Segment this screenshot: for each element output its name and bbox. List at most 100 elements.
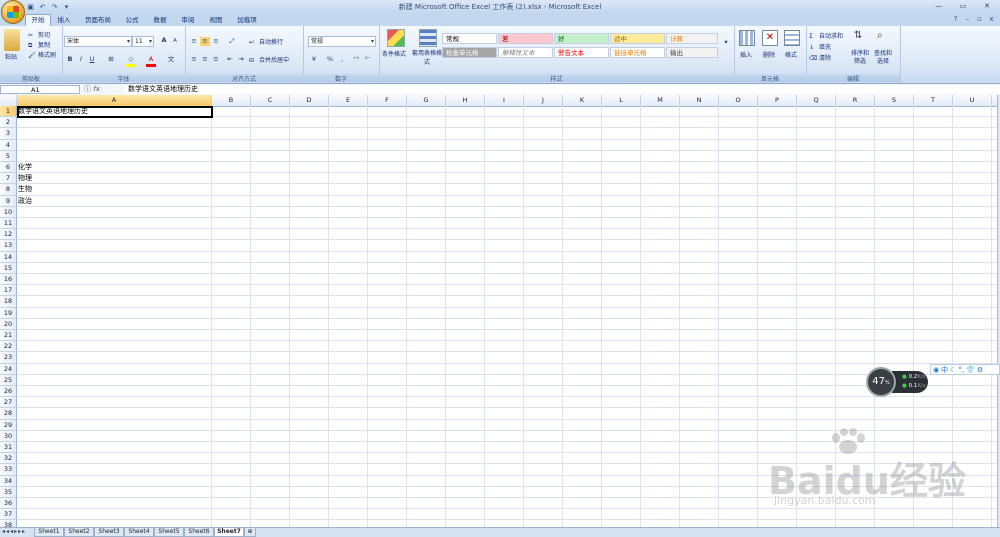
fill-color-icon[interactable]: ◇ — [126, 55, 136, 67]
column-header-s[interactable]: S — [875, 95, 914, 106]
row-header-17[interactable]: 17 — [0, 285, 17, 297]
style-output[interactable]: 输出 — [666, 47, 718, 58]
row-header-1[interactable]: 1 — [0, 106, 17, 118]
row-header-21[interactable]: 21 — [0, 330, 17, 342]
decrease-indent-icon[interactable]: ⇤ — [225, 55, 235, 64]
copy-button[interactable]: ⧉ 复制 — [28, 40, 50, 50]
find-select-button[interactable]: 查找和选择 — [873, 50, 893, 66]
bold-button[interactable]: B — [65, 55, 75, 64]
cell-a7[interactable]: 物理 — [18, 173, 32, 184]
tab-page-layout[interactable]: 页面布局 — [81, 15, 115, 26]
align-center-icon[interactable]: ≡ — [200, 55, 210, 64]
row-header-5[interactable]: 5 — [0, 150, 17, 162]
tab-home[interactable]: 开始 — [25, 14, 51, 26]
ime-settings-icon[interactable]: ⚙ — [977, 366, 983, 374]
shrink-font-button[interactable]: A — [170, 37, 180, 46]
paste-button[interactable]: 粘贴 — [5, 52, 17, 61]
row-header-18[interactable]: 18 — [0, 296, 17, 308]
align-top-icon[interactable]: ≡ — [189, 37, 199, 46]
selected-cell-a1[interactable] — [17, 106, 213, 119]
row-header-16[interactable]: 16 — [0, 274, 17, 286]
font-size-select[interactable]: 11 — [132, 36, 154, 47]
cell-a9[interactable]: 政治 — [18, 196, 32, 207]
column-header-m[interactable]: M — [641, 95, 680, 106]
row-header-14[interactable]: 14 — [0, 251, 17, 263]
tab-insert[interactable]: 插入 — [53, 15, 75, 26]
wrap-text-button[interactable]: ↩ 自动换行 — [249, 37, 283, 47]
wb-close-icon[interactable]: x — [987, 15, 996, 23]
paste-icon[interactable] — [4, 29, 20, 51]
tab-data[interactable]: 数据 — [149, 15, 171, 26]
column-header-f[interactable]: F — [368, 95, 407, 106]
select-all-corner[interactable] — [0, 95, 17, 106]
row-header-38[interactable]: 38 — [0, 520, 17, 527]
style-bad[interactable]: 差 — [498, 33, 553, 44]
row-header-3[interactable]: 3 — [0, 128, 17, 140]
comma-button[interactable]: , — [337, 55, 347, 64]
row-header-8[interactable]: 8 — [0, 184, 17, 196]
column-header-d[interactable]: D — [290, 95, 329, 106]
column-header-n[interactable]: N — [680, 95, 719, 106]
align-right-icon[interactable]: ≡ — [211, 55, 221, 64]
style-good[interactable]: 好 — [554, 33, 609, 44]
row-header-7[interactable]: 7 — [0, 173, 17, 185]
column-header-l[interactable]: L — [602, 95, 641, 106]
ime-logo-icon[interactable]: ◉ — [933, 366, 939, 374]
column-header-a[interactable]: A — [17, 95, 212, 106]
cell-a6[interactable]: 化学 — [18, 162, 32, 173]
row-header-37[interactable]: 37 — [0, 509, 17, 521]
fx-icon[interactable]: ⓘ fx — [84, 85, 124, 94]
merge-center-button[interactable]: ⊟ 合并后居中 — [249, 55, 289, 65]
ime-shirt-icon[interactable]: 👕 — [966, 366, 975, 374]
row-header-35[interactable]: 35 — [0, 486, 17, 498]
style-calculation[interactable]: 计算 — [666, 33, 718, 44]
row-header-25[interactable]: 25 — [0, 374, 17, 386]
wb-minimize-icon[interactable]: – — [963, 15, 972, 23]
align-left-icon[interactable]: ≡ — [189, 55, 199, 64]
column-header-p[interactable]: P — [758, 95, 797, 106]
grow-font-button[interactable]: A — [159, 36, 169, 45]
tab-review[interactable]: 审阅 — [177, 15, 199, 26]
formula-input[interactable]: 数学语文英语地理历史 — [124, 85, 1000, 94]
minimize-button[interactable]: — — [928, 1, 950, 11]
fill-button[interactable]: ↓ 填充 — [809, 42, 831, 52]
phonetic-icon[interactable]: 文 — [166, 55, 176, 64]
clear-button[interactable]: ⌫ 清除 — [809, 53, 831, 63]
italic-button[interactable]: I — [76, 55, 86, 64]
increase-decimal-icon[interactable]: ⁺⁰ — [351, 55, 361, 64]
row-header-30[interactable]: 30 — [0, 430, 17, 442]
ime-moon-icon[interactable]: ☾ — [950, 366, 956, 374]
row-header-6[interactable]: 6 — [0, 162, 17, 174]
style-linked[interactable]: 链接单元格 — [610, 47, 665, 58]
row-header-13[interactable]: 13 — [0, 240, 17, 252]
close-button[interactable]: ✕ — [976, 1, 998, 11]
column-header-c[interactable]: C — [251, 95, 290, 106]
currency-icon[interactable]: ¥ — [309, 55, 319, 64]
row-header-20[interactable]: 20 — [0, 318, 17, 330]
column-header-k[interactable]: K — [563, 95, 602, 106]
cell-a8[interactable]: 生物 — [18, 184, 32, 195]
tab-view[interactable]: 视图 — [205, 15, 227, 26]
office-button[interactable] — [1, 0, 25, 24]
help-icon[interactable]: ? — [951, 15, 960, 23]
column-header-b[interactable]: B — [212, 95, 251, 106]
align-middle-icon[interactable]: ≡ — [200, 37, 210, 46]
row-header-33[interactable]: 33 — [0, 464, 17, 476]
border-icon[interactable]: ⊞ — [106, 55, 116, 64]
row-header-4[interactable]: 4 — [0, 139, 17, 151]
sheet-nav-arrows[interactable]: ◂◂◂▸▸▸ — [2, 528, 26, 536]
conditional-format-button[interactable]: 条件格式 — [382, 49, 406, 58]
row-header-11[interactable]: 11 — [0, 218, 17, 230]
number-format-select[interactable]: 常规 — [308, 36, 376, 47]
column-header-h[interactable]: H — [446, 95, 485, 106]
column-header-o[interactable]: O — [719, 95, 758, 106]
column-header-j[interactable]: J — [524, 95, 563, 106]
sort-filter-button[interactable]: 排序和筛选 — [850, 50, 870, 66]
wb-restore-icon[interactable]: ▫ — [975, 15, 984, 23]
font-color-icon[interactable]: A — [146, 55, 156, 67]
underline-button[interactable]: U — [87, 55, 97, 64]
row-header-24[interactable]: 24 — [0, 363, 17, 375]
maximize-button[interactable]: ▭ — [952, 1, 974, 11]
format-cells-button[interactable]: 格式 — [785, 50, 797, 59]
row-header-9[interactable]: 9 — [0, 195, 17, 207]
